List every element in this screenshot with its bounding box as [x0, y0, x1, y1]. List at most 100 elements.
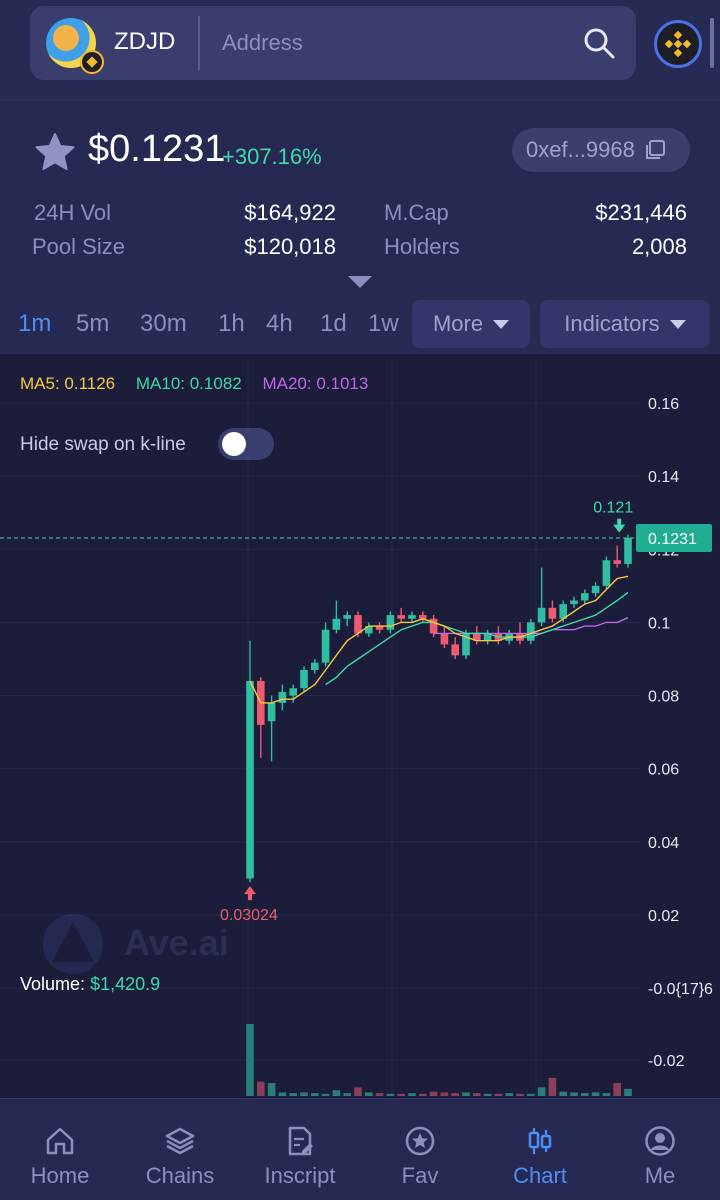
candle-body — [289, 688, 297, 696]
ma-legend: MA5: 0.1126 MA10: 0.1082 MA20: 0.1013 — [20, 374, 384, 394]
candle-body — [451, 644, 459, 656]
volume-bar — [440, 1092, 449, 1096]
indicators-dropdown[interactable]: Indicators — [540, 300, 710, 348]
search-box[interactable]: ZDJD — [30, 6, 636, 80]
candle-body — [246, 680, 254, 879]
search-divider — [198, 16, 200, 70]
ma5-legend: MA5: 0.1126 — [20, 374, 116, 393]
toggle-knob — [222, 432, 246, 456]
tab-4h[interactable]: 4h — [266, 310, 293, 338]
home-icon — [46, 1127, 74, 1155]
bnb-chain-select-icon[interactable] — [654, 20, 702, 68]
volume-bar — [613, 1083, 621, 1096]
favorite-star-icon[interactable] — [34, 132, 76, 172]
candle-body — [440, 633, 449, 645]
tab-5m[interactable]: 5m — [76, 310, 109, 338]
tab-30m[interactable]: 30m — [140, 310, 187, 338]
volume-bar — [332, 1090, 341, 1096]
chevron-down-icon — [493, 319, 510, 329]
volume-bar — [451, 1093, 459, 1096]
price-axis-label: 0.02 — [648, 908, 679, 925]
hide-swap-toggle[interactable] — [218, 428, 274, 460]
scrollbar[interactable] — [710, 18, 714, 68]
candle-body — [267, 702, 276, 722]
expand-arrow-icon[interactable] — [348, 276, 372, 288]
nav-me[interactable]: Me — [600, 1099, 720, 1200]
volume-bar — [419, 1093, 427, 1096]
tab-1m[interactable]: 1m — [18, 310, 51, 338]
volume-bar — [278, 1092, 287, 1096]
search-icon[interactable] — [582, 26, 616, 60]
contract-address-button[interactable]: 0xef...9968 — [512, 128, 690, 172]
volume-bar — [408, 1093, 416, 1096]
volume-bar — [386, 1093, 395, 1096]
volume-bar — [300, 1092, 308, 1096]
candle-body — [343, 615, 351, 619]
ma20-legend: MA20: 0.1013 — [262, 374, 369, 393]
price-axis-label: 0.14 — [648, 469, 679, 486]
watermark-text: Ave.ai — [124, 922, 229, 963]
volume-bar — [591, 1092, 600, 1096]
candle-body — [300, 669, 308, 689]
candle-body — [332, 618, 341, 630]
mcap-value: $231,446 — [595, 200, 687, 225]
bnb-chain-badge-icon — [80, 50, 104, 74]
volume-bar — [516, 1093, 524, 1096]
token-symbol[interactable]: ZDJD — [114, 28, 175, 56]
candle-body — [581, 593, 589, 601]
high-marker-label: 0.121 — [593, 500, 633, 517]
nav-inscript-label: Inscript — [264, 1163, 336, 1188]
holders-label: Holders — [384, 234, 460, 259]
volume-bar — [343, 1093, 351, 1096]
volume-label-text: Volume: — [20, 974, 86, 994]
nav-chart[interactable]: Chart — [480, 1099, 600, 1200]
volume-bar — [527, 1093, 535, 1096]
indicators-label: Indicators — [564, 311, 660, 336]
price-chart[interactable]: 0.160.140.120.10.080.060.040.02-0.0{17}6… — [0, 354, 720, 1098]
timeframe-tabs: 1m 5m 30m 1h 4h 1d 1w More Indicators — [0, 296, 720, 354]
volume-bar — [473, 1093, 481, 1096]
volume-bar — [483, 1093, 492, 1096]
candle-body — [278, 691, 287, 703]
volume-axis-label: -0.0{17}6 — [648, 981, 713, 998]
volume-bar — [505, 1093, 513, 1096]
candle-body — [548, 607, 557, 619]
nav-inscript[interactable]: Inscript — [240, 1099, 360, 1200]
top-bar: ZDJD — [0, 0, 720, 100]
volume-bar — [321, 1093, 330, 1096]
candle-body — [602, 560, 611, 586]
tab-1w[interactable]: 1w — [368, 310, 399, 338]
volume-bar — [354, 1087, 362, 1096]
volume-bar — [570, 1092, 578, 1096]
price-change: +307.16% — [222, 144, 322, 169]
volume-bar — [624, 1088, 632, 1096]
pool-size-value: $120,018 — [244, 234, 336, 259]
vol-value: $164,922 — [244, 200, 336, 225]
nav-home-label: Home — [30, 1163, 90, 1188]
volume-bar — [365, 1092, 373, 1096]
tab-1d[interactable]: 1d — [320, 310, 347, 338]
user-icon — [645, 1126, 675, 1156]
low-marker-arrow-icon — [244, 886, 256, 901]
tab-1h[interactable]: 1h — [218, 310, 245, 338]
candle-body — [311, 662, 319, 670]
contract-address: 0xef...9968 — [526, 137, 635, 162]
copy-icon[interactable] — [643, 138, 667, 162]
ave-ai-watermark: Ave.ai — [40, 914, 280, 974]
nav-chains[interactable]: Chains — [120, 1099, 240, 1200]
volume-bar — [246, 1024, 254, 1096]
mcap-label: M.Cap — [384, 200, 449, 225]
price-axis-label: 0.1 — [648, 615, 670, 632]
volume-bar — [257, 1081, 265, 1096]
volume-bar — [537, 1087, 546, 1096]
volume-bar — [375, 1093, 384, 1096]
address-search-input[interactable] — [222, 24, 552, 62]
candle-body — [537, 607, 546, 623]
price-axis-label: 0.08 — [648, 689, 679, 706]
nav-home[interactable]: Home — [0, 1099, 120, 1200]
nav-fav[interactable]: Fav — [360, 1099, 480, 1200]
volume-bar — [311, 1093, 319, 1096]
more-dropdown[interactable]: More — [412, 300, 530, 348]
hide-swap-label: Hide swap on k-line — [20, 434, 186, 455]
price-axis-label: 0.04 — [648, 835, 679, 852]
